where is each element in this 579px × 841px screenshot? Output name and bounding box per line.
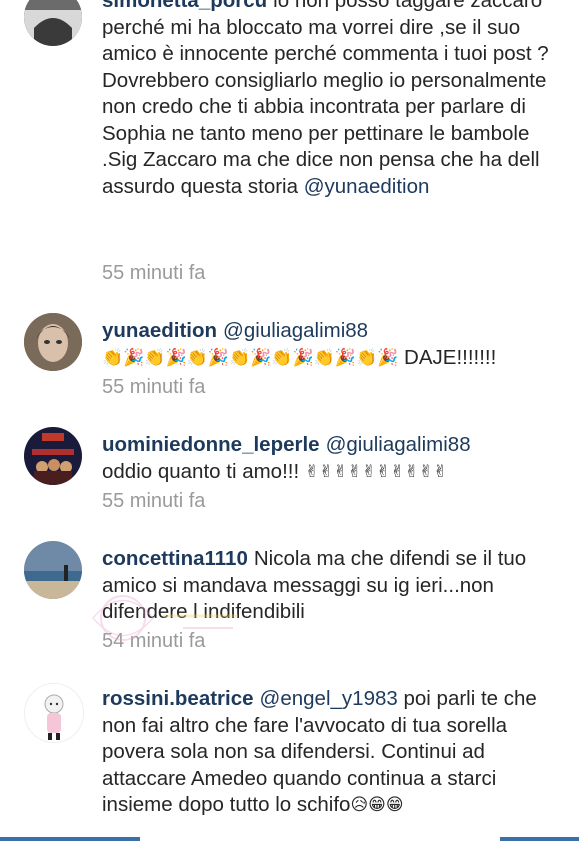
- watermark-icon: [92, 595, 238, 641]
- comment-time: 55 minuti fa: [102, 376, 206, 398]
- comment-text-block: uominiedonne_leperle @giuliagalimi88 oddi…: [102, 432, 565, 485]
- avatar-photo-icon: [25, 684, 83, 742]
- comment-mention[interactable]: @yunaedition: [304, 175, 430, 198]
- comment-mention[interactable]: @giuliagalimi88: [223, 319, 368, 342]
- emoji-tail: 😥😁😁: [350, 795, 404, 814]
- comment-mention[interactable]: @giuliagalimi88: [326, 433, 471, 456]
- comment-username[interactable]: yunaedition: [102, 319, 217, 342]
- avatar[interactable]: [24, 427, 82, 485]
- comment-mention[interactable]: @engel_y1983: [260, 687, 398, 710]
- emoji-row: ✌✌✌✌✌✌✌✌✌✌: [304, 461, 448, 481]
- avatar-photo-icon: [24, 541, 82, 599]
- comment-time: 55 minuti fa: [102, 490, 206, 512]
- comment-text-block: yunaedition @giuliagalimi88 👏🎉👏🎉👏🎉👏🎉👏🎉👏🎉👏…: [102, 318, 565, 371]
- comment-text: lo non posso taggare zaccaro perché mi h…: [102, 0, 549, 198]
- avatar-photo-icon: [24, 313, 82, 371]
- comment-text: oddio quanto ti amo!!!: [102, 459, 300, 483]
- emoji-row: 👏🎉👏🎉👏🎉👏🎉👏🎉👏🎉👏🎉: [102, 347, 399, 367]
- bottom-edge-left: [0, 837, 140, 841]
- avatar[interactable]: [24, 683, 84, 743]
- avatar-photo-icon: [24, 0, 82, 46]
- comment-username[interactable]: simonetta_porcu: [102, 0, 267, 12]
- comment-text-block: simonetta_porcu lo non posso taggare zacc…: [102, 0, 565, 200]
- comment-username[interactable]: concettina1110: [102, 547, 248, 570]
- avatar[interactable]: [24, 0, 82, 46]
- avatar[interactable]: [24, 541, 82, 599]
- comment-username[interactable]: rossini.beatrice: [102, 687, 254, 710]
- avatar[interactable]: [24, 313, 82, 371]
- comment-time: 55 minuti fa: [102, 262, 206, 284]
- comment-text: DAJE!!!!!!!: [404, 345, 497, 369]
- comment-username[interactable]: uominiedonne_leperle: [102, 433, 320, 456]
- avatar-photo-icon: [24, 427, 82, 485]
- bottom-edge-right: [500, 837, 579, 841]
- comment-text-block: rossini.beatrice @engel_y1983 poi parli t…: [102, 686, 565, 819]
